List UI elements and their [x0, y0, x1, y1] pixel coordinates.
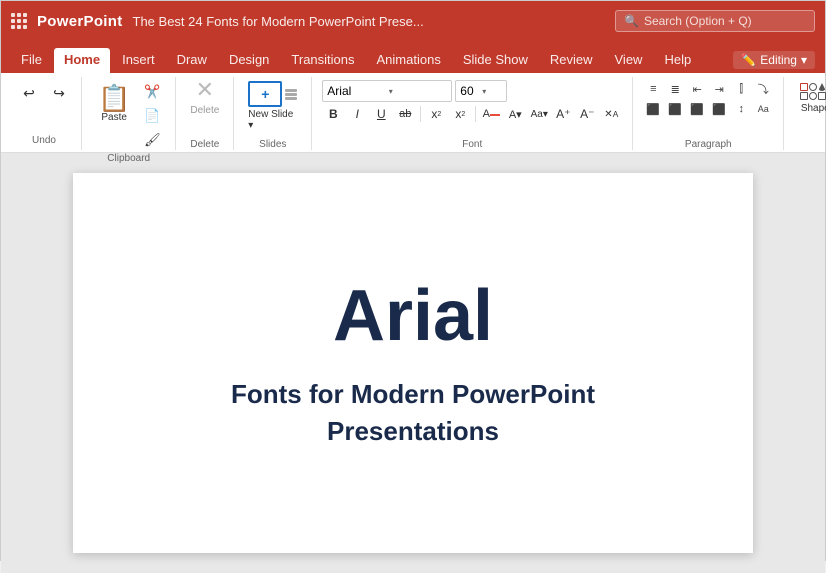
strikethrough-button[interactable]: ab [394, 104, 416, 124]
tab-insert[interactable]: Insert [112, 48, 165, 73]
text-direction-button[interactable]: ⤵ [753, 80, 773, 98]
align-center-button[interactable]: ⬛ [665, 100, 685, 118]
clipboard-group: 📋 Paste ✂️ 📄 🖌 Clipboard [84, 77, 176, 150]
tab-draw[interactable]: Draw [167, 48, 217, 73]
search-input[interactable] [644, 14, 794, 28]
tab-design[interactable]: Design [219, 48, 279, 73]
align-right-button[interactable]: ⬛ [687, 100, 707, 118]
new-slide-label: New Slide ▾ [248, 109, 297, 131]
app-name: PowerPoint [37, 13, 123, 30]
format-painter-button[interactable]: 🖌 [139, 129, 165, 151]
font-separator [420, 106, 421, 122]
align-left-button[interactable]: ⬛ [643, 100, 663, 118]
superscript-button[interactable]: x2 [449, 104, 471, 124]
font-group-label: Font [462, 137, 482, 150]
title-bar: PowerPoint The Best 24 Fonts for Modern … [1, 1, 825, 41]
font-highlight-button[interactable]: A▾ [504, 104, 526, 124]
delete-button[interactable]: ✕ Delete [182, 77, 227, 116]
slides-group-label: Slides [259, 137, 286, 150]
bold-button[interactable]: B [322, 104, 344, 124]
shapes-icon [800, 83, 826, 100]
paragraph-group: ≡ ≣ ⇤ ⇥ ⫿ ⤵ ⬛ ⬛ ⬛ ⬛ ↕ Aa Paragraph [635, 77, 784, 150]
tab-view[interactable]: View [605, 48, 653, 73]
font-color-button[interactable]: A [480, 104, 502, 124]
subscript-button[interactable]: x2 [425, 104, 447, 124]
redo-button[interactable]: ↪ [45, 81, 73, 105]
undo-group: ↩ ↪ Undo [7, 77, 82, 150]
app-grid-icon[interactable] [11, 13, 27, 29]
slide-main-title: Arial [333, 277, 493, 356]
delete-group-label: Delete [190, 137, 219, 150]
delete-group: ✕ Delete Delete [178, 77, 234, 150]
shapes-label: Shapes [801, 103, 826, 114]
slides-group: New Slide ▾ Slides [236, 77, 312, 150]
undo-group-label: Undo [32, 133, 56, 146]
justify-button[interactable]: ⬛ [709, 100, 729, 118]
font-size-arrow: ▾ [482, 87, 502, 96]
decrease-indent-button[interactable]: ⇤ [687, 80, 707, 98]
tab-slideshow[interactable]: Slide Show [453, 48, 538, 73]
paste-button[interactable]: 📋 Paste [92, 81, 136, 151]
tab-transitions[interactable]: Transitions [281, 48, 364, 73]
tab-file[interactable]: File [11, 48, 52, 73]
new-slide-icon [248, 81, 282, 107]
numbering-button[interactable]: ≣ [665, 80, 685, 98]
slide-subtitle: Fonts for Modern PowerPoint Presentation… [231, 376, 595, 449]
ribbon-content: ↩ ↪ Undo 📋 Paste ✂️ 📄 🖌 Clipboard [1, 73, 825, 153]
tab-help[interactable]: Help [654, 48, 701, 73]
editing-badge[interactable]: ✏️ Editing ▾ [733, 51, 815, 69]
pencil-icon: ✏️ [741, 53, 756, 67]
italic-button[interactable]: I [346, 104, 368, 124]
text-case-button[interactable]: Aa▾ [528, 104, 550, 124]
font-size-value: 60 [460, 84, 480, 98]
drawing-group: Shapes Arrange ShapeStyles 🪣 Sh [786, 77, 826, 150]
font-size-selector[interactable]: 60 ▾ [455, 80, 507, 102]
clipboard-group-label: Clipboard [107, 151, 150, 164]
tab-review[interactable]: Review [540, 48, 603, 73]
shapes-button[interactable]: Shapes [794, 81, 826, 116]
delete-label: Delete [190, 105, 219, 116]
paragraph-group-label: Paragraph [685, 137, 732, 150]
tab-animations[interactable]: Animations [367, 48, 451, 73]
clear-format-button[interactable]: ✕A [600, 104, 622, 124]
main-canvas: Arial Fonts for Modern PowerPoint Presen… [1, 153, 825, 573]
decrease-font-button[interactable]: A⁻ [576, 104, 598, 124]
doc-title: The Best 24 Fonts for Modern PowerPoint … [133, 14, 605, 29]
search-box[interactable]: 🔍 [615, 10, 815, 32]
copy-button[interactable]: 📄 [139, 105, 165, 127]
underline-button[interactable]: U [370, 104, 392, 124]
undo-button[interactable]: ↩ [15, 81, 43, 105]
editing-dropdown-icon: ▾ [801, 53, 807, 67]
slide-canvas[interactable]: Arial Fonts for Modern PowerPoint Presen… [73, 173, 753, 553]
new-slide-button[interactable]: New Slide ▾ [240, 77, 305, 135]
font-family-arrow: ▾ [389, 87, 448, 96]
bullets-button[interactable]: ≡ [643, 80, 663, 98]
line-spacing-button[interactable]: ↕ [731, 100, 751, 118]
search-icon: 🔍 [624, 14, 639, 28]
app-window: PowerPoint The Best 24 Fonts for Modern … [0, 0, 826, 561]
ribbon-tabs: File Home Insert Draw Design Transitions… [1, 41, 825, 73]
paste-label: Paste [101, 112, 127, 123]
font-family-selector[interactable]: Arial ▾ [322, 80, 452, 102]
cut-button[interactable]: ✂️ [139, 81, 165, 103]
columns-button[interactable]: ⫿ [731, 80, 751, 98]
font-family-value: Arial [327, 84, 386, 98]
increase-indent-button[interactable]: ⇥ [709, 80, 729, 98]
font-group: Arial ▾ 60 ▾ B I U ab x2 [314, 77, 633, 150]
editing-mode: ✏️ Editing ▾ [733, 51, 815, 73]
text-shadow-button[interactable]: Aa [753, 100, 773, 118]
font-separator-2 [475, 106, 476, 122]
delete-icon: ✕ [196, 77, 214, 103]
editing-label: Editing [760, 53, 797, 67]
increase-font-button[interactable]: A⁺ [552, 104, 574, 124]
tab-home[interactable]: Home [54, 48, 110, 73]
paste-icon: 📋 [98, 85, 130, 111]
